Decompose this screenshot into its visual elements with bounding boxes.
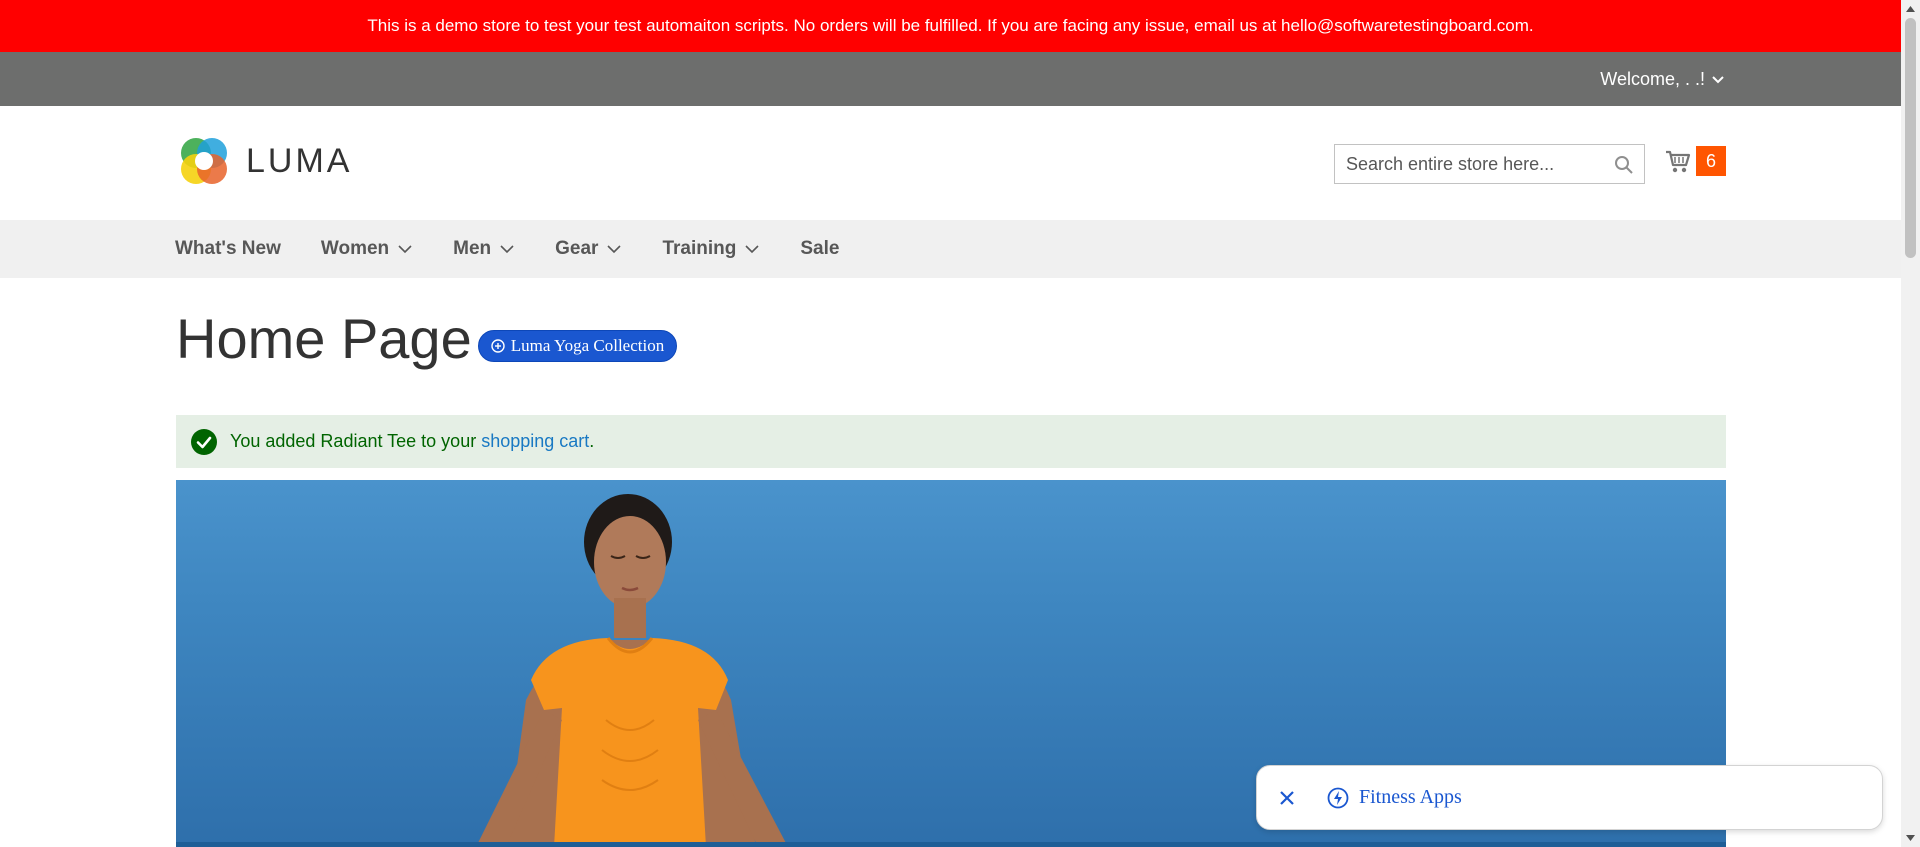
page-title-row: Home Page Luma Yoga Collection (176, 306, 678, 371)
chevron-down-icon (500, 245, 514, 254)
page-scrollbar[interactable] (1901, 0, 1920, 847)
nav-item-whats-new[interactable]: What's New (175, 238, 281, 260)
success-message: You added Radiant Tee to your shopping c… (176, 415, 1726, 468)
chevron-down-icon (1712, 76, 1724, 84)
nav-item-sale[interactable]: Sale (800, 238, 839, 260)
nav-item-label: Gear (555, 238, 599, 259)
plus-circle-icon (491, 338, 505, 353)
scroll-down-arrow-icon[interactable] (1905, 833, 1916, 843)
top-bar: Welcome, . .! (0, 52, 1901, 106)
success-message-suffix: . (589, 431, 595, 451)
shopping-cart-link[interactable]: shopping cart (481, 431, 589, 452)
demo-notice-text: This is a demo store to test your test a… (367, 16, 1534, 35)
nav-item-training[interactable]: Training (662, 238, 760, 260)
bolt-icon (1327, 787, 1349, 808)
fitness-apps-link[interactable]: Fitness Apps (1359, 786, 1462, 809)
nav-item-label: Women (320, 238, 390, 259)
nav-item-label: Sale (800, 238, 840, 259)
cart-count-badge: 6 (1696, 146, 1726, 176)
success-message-text: You added Radiant Tee to your (230, 431, 477, 451)
search-icon[interactable] (1614, 155, 1634, 175)
search-input[interactable] (1335, 145, 1618, 183)
nav-item-gear[interactable]: Gear (555, 238, 622, 260)
page-title: Home Page (176, 307, 472, 370)
site-header: LUMA 6 (0, 106, 1901, 220)
nav-item-label: What's New (175, 238, 281, 259)
luma-logo-icon (181, 138, 227, 184)
demo-notice-banner: This is a demo store to test your test a… (0, 0, 1901, 52)
nav-item-label: Men (453, 238, 492, 259)
welcome-text: Welcome, . .! (1600, 68, 1705, 89)
fitness-apps-toast: Fitness Apps (1256, 765, 1883, 830)
welcome-menu[interactable]: Welcome, . .! (1600, 52, 1725, 106)
nav-item-women[interactable]: Women (321, 238, 413, 260)
luma-logo[interactable]: LUMA (176, 133, 352, 189)
luma-yoga-collection-label: Luma Yoga Collection (510, 335, 665, 355)
nav-item-label: Training (662, 238, 737, 259)
chevron-down-icon (607, 245, 622, 254)
minicart[interactable]: 6 (1664, 146, 1726, 176)
scrollbar-thumb[interactable] (1905, 18, 1916, 258)
scroll-up-arrow-icon[interactable] (1905, 4, 1916, 14)
check-icon (191, 428, 217, 455)
nav-item-men[interactable]: Men (453, 238, 515, 260)
chevron-down-icon (398, 245, 412, 254)
close-icon[interactable] (1277, 788, 1297, 808)
search-box (1334, 144, 1645, 184)
cart-icon (1666, 150, 1691, 173)
luma-yoga-collection-button[interactable]: Luma Yoga Collection (477, 329, 678, 362)
logo-text: LUMA (246, 141, 353, 180)
chevron-down-icon (745, 245, 759, 254)
main-navigation: What's New Women Men Gear Training Sale (0, 220, 1901, 278)
